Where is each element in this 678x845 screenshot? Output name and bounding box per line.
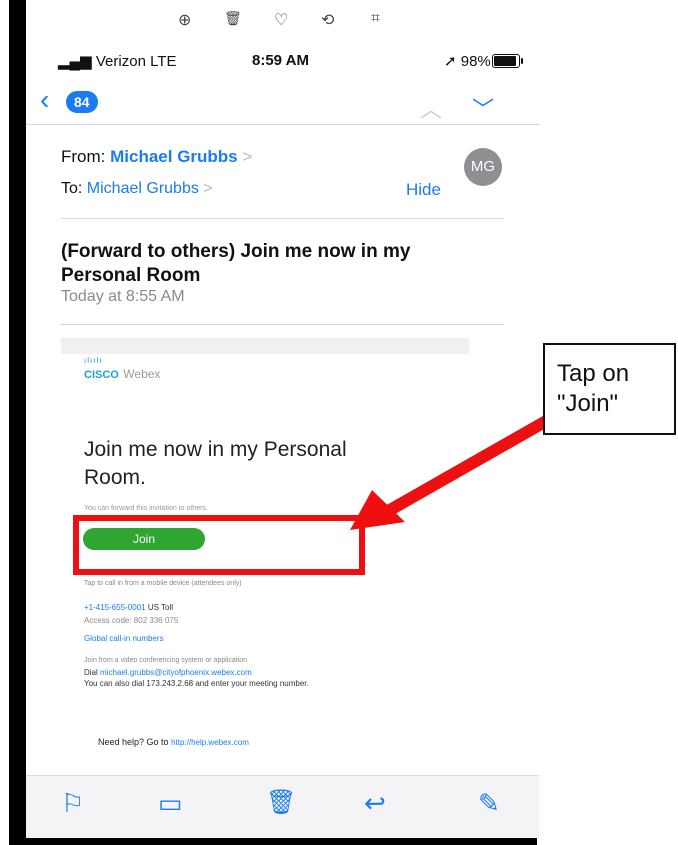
callout-line-1: Tap on <box>557 360 630 387</box>
instruction-callout: Tap on "Join" <box>543 343 676 435</box>
callout-line-2: "Join" <box>557 390 619 417</box>
